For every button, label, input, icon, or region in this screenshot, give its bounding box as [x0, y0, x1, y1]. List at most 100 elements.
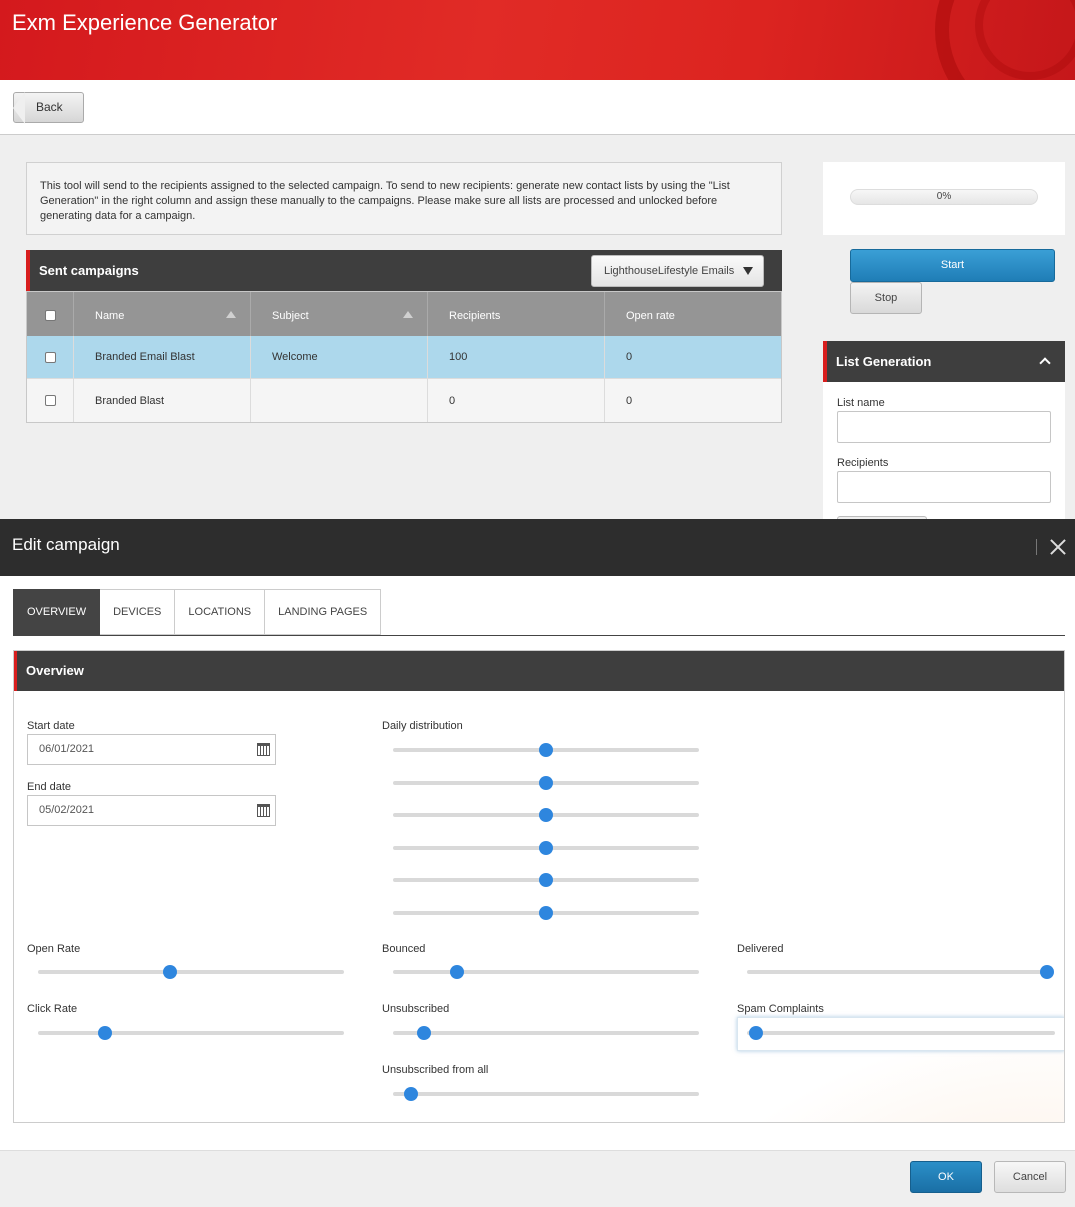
- close-icon[interactable]: [1046, 535, 1070, 559]
- unsubscribed-all-slider[interactable]: [393, 1087, 699, 1101]
- column-header-label: Open rate: [626, 309, 675, 322]
- daily-distribution-slider[interactable]: [393, 775, 699, 790]
- list-generation-body: List name Recipients: [823, 382, 1065, 524]
- row-checkbox[interactable]: [44, 395, 56, 406]
- click-rate-label: Click Rate: [27, 1003, 78, 1015]
- end-date-label: End date: [27, 781, 72, 793]
- app-title: Exm Experience Generator: [12, 10, 278, 35]
- daily-distribution-slider[interactable]: [393, 873, 699, 888]
- slider-track[interactable]: [38, 1031, 344, 1035]
- tab-bar: OVERVIEW DEVICES LOCATIONS LANDING PAGES: [13, 589, 382, 635]
- cell-name: Branded Blast: [74, 379, 251, 422]
- daily-distribution-slider[interactable]: [393, 906, 699, 920]
- delivered-label: Delivered: [737, 943, 784, 955]
- select-all-checkbox[interactable]: [44, 310, 56, 321]
- slider-thumb[interactable]: [450, 965, 465, 979]
- modal-footer: OK Cancel: [0, 1150, 1075, 1202]
- toolbar: Back: [0, 80, 1075, 135]
- manager-root-value: LighthouseLifestyle Emails: [604, 265, 735, 277]
- start-date-input[interactable]: 06/01/2021: [27, 734, 276, 765]
- cell-recipients: 0: [428, 379, 605, 422]
- overview-header: Overview: [14, 651, 1064, 691]
- slider-thumb[interactable]: [539, 873, 553, 888]
- column-header-name[interactable]: Name: [74, 292, 251, 336]
- click-rate-slider[interactable]: [38, 1026, 344, 1040]
- stop-button[interactable]: Stop: [850, 282, 922, 314]
- calendar-icon[interactable]: [257, 743, 270, 756]
- cell-recipients: 100: [428, 336, 605, 378]
- cell-open-rate: 0: [626, 394, 633, 407]
- start-date-label: Start date: [27, 720, 75, 732]
- chevron-up-icon[interactable]: [1039, 357, 1051, 369]
- cell-open-rate: 0: [626, 351, 633, 363]
- daily-distribution-slider[interactable]: [393, 743, 699, 757]
- slider-thumb[interactable]: [539, 906, 553, 920]
- cell-subject: [251, 379, 428, 422]
- recipients-input[interactable]: [837, 471, 1051, 503]
- modal-body: OVERVIEW DEVICES LOCATIONS LANDING PAGES…: [0, 576, 1075, 1150]
- cell-name: Branded Email Blast: [74, 336, 251, 378]
- column-header-recipients[interactable]: Recipients: [428, 292, 605, 336]
- campaigns-table: Name Subject Recipients Open rate Brande…: [26, 291, 782, 423]
- slider-thumb[interactable]: [1040, 965, 1054, 979]
- slider-track[interactable]: [393, 1092, 699, 1096]
- sent-campaigns-header: Sent campaigns LighthouseLifestyle Email…: [26, 250, 782, 291]
- tab-overview[interactable]: OVERVIEW: [13, 589, 101, 635]
- overview-panel: Overview Start date 06/01/2021 End date …: [13, 650, 1065, 1123]
- bounced-slider[interactable]: [393, 965, 699, 979]
- column-header-subject[interactable]: Subject: [251, 292, 428, 336]
- calendar-icon[interactable]: [257, 804, 270, 817]
- slider-track[interactable]: [393, 1031, 699, 1035]
- open-rate-slider[interactable]: [38, 965, 344, 979]
- sent-campaigns-title: Sent campaigns: [39, 263, 139, 278]
- unsubscribed-label: Unsubscribed: [382, 1003, 450, 1015]
- tab-devices[interactable]: DEVICES: [100, 589, 176, 635]
- back-button[interactable]: Back: [13, 92, 84, 124]
- unsubscribed-slider[interactable]: [393, 1026, 699, 1040]
- start-button[interactable]: Start: [850, 249, 1055, 282]
- column-header-label: Recipients: [449, 309, 501, 322]
- column-header-open-rate[interactable]: Open rate: [605, 292, 781, 336]
- slider-track[interactable]: [38, 970, 344, 974]
- spam-complaints-slider[interactable]: [747, 1026, 1055, 1040]
- spam-complaints-label: Spam Complaints: [737, 1003, 824, 1015]
- slider-thumb[interactable]: [539, 840, 553, 855]
- daily-distribution-slider[interactable]: [393, 808, 699, 823]
- daily-distribution-label: Daily distribution: [382, 720, 463, 732]
- delivered-slider[interactable]: [747, 965, 1054, 979]
- slider-thumb[interactable]: [539, 808, 553, 823]
- table-row[interactable]: Branded Blast 0 0: [27, 379, 781, 422]
- tab-landing-pages[interactable]: LANDING PAGES: [265, 589, 382, 635]
- slider-thumb[interactable]: [404, 1087, 419, 1101]
- sort-arrow-icon[interactable]: [226, 311, 236, 318]
- list-generation-header[interactable]: List Generation: [823, 341, 1065, 382]
- slider-thumb[interactable]: [162, 965, 177, 979]
- start-date-value: 06/01/2021: [39, 743, 95, 755]
- modal-title: Edit campaign: [12, 535, 120, 554]
- info-text: This tool will send to the recipients as…: [26, 162, 782, 235]
- slider-track[interactable]: [747, 1031, 1055, 1035]
- slider-thumb[interactable]: [98, 1026, 113, 1040]
- cancel-button[interactable]: Cancel: [994, 1161, 1066, 1193]
- list-name-input[interactable]: [837, 411, 1051, 443]
- end-date-input[interactable]: 05/02/2021: [27, 795, 276, 826]
- list-name-label: List name: [837, 397, 885, 409]
- header-divider: [1036, 539, 1037, 555]
- slider-track[interactable]: [393, 970, 699, 974]
- progress-bar: 0%: [850, 189, 1038, 205]
- slider-thumb[interactable]: [539, 775, 553, 790]
- daily-distribution-slider[interactable]: [393, 840, 699, 855]
- modal-header: Edit campaign: [0, 519, 1075, 576]
- ok-button[interactable]: OK: [910, 1161, 982, 1193]
- tab-locations[interactable]: LOCATIONS: [175, 589, 266, 635]
- slider-track[interactable]: [747, 970, 1047, 974]
- sort-arrow-icon[interactable]: [403, 311, 413, 318]
- table-row[interactable]: Branded Email Blast Welcome 100 0: [27, 336, 781, 379]
- slider-thumb[interactable]: [539, 743, 553, 757]
- row-checkbox[interactable]: [44, 351, 56, 363]
- recipients-label: Recipients: [837, 457, 889, 469]
- column-header-label: Subject: [272, 309, 309, 322]
- slider-thumb[interactable]: [749, 1026, 764, 1040]
- slider-thumb[interactable]: [416, 1026, 431, 1040]
- manager-root-select[interactable]: LighthouseLifestyle Emails: [591, 255, 764, 287]
